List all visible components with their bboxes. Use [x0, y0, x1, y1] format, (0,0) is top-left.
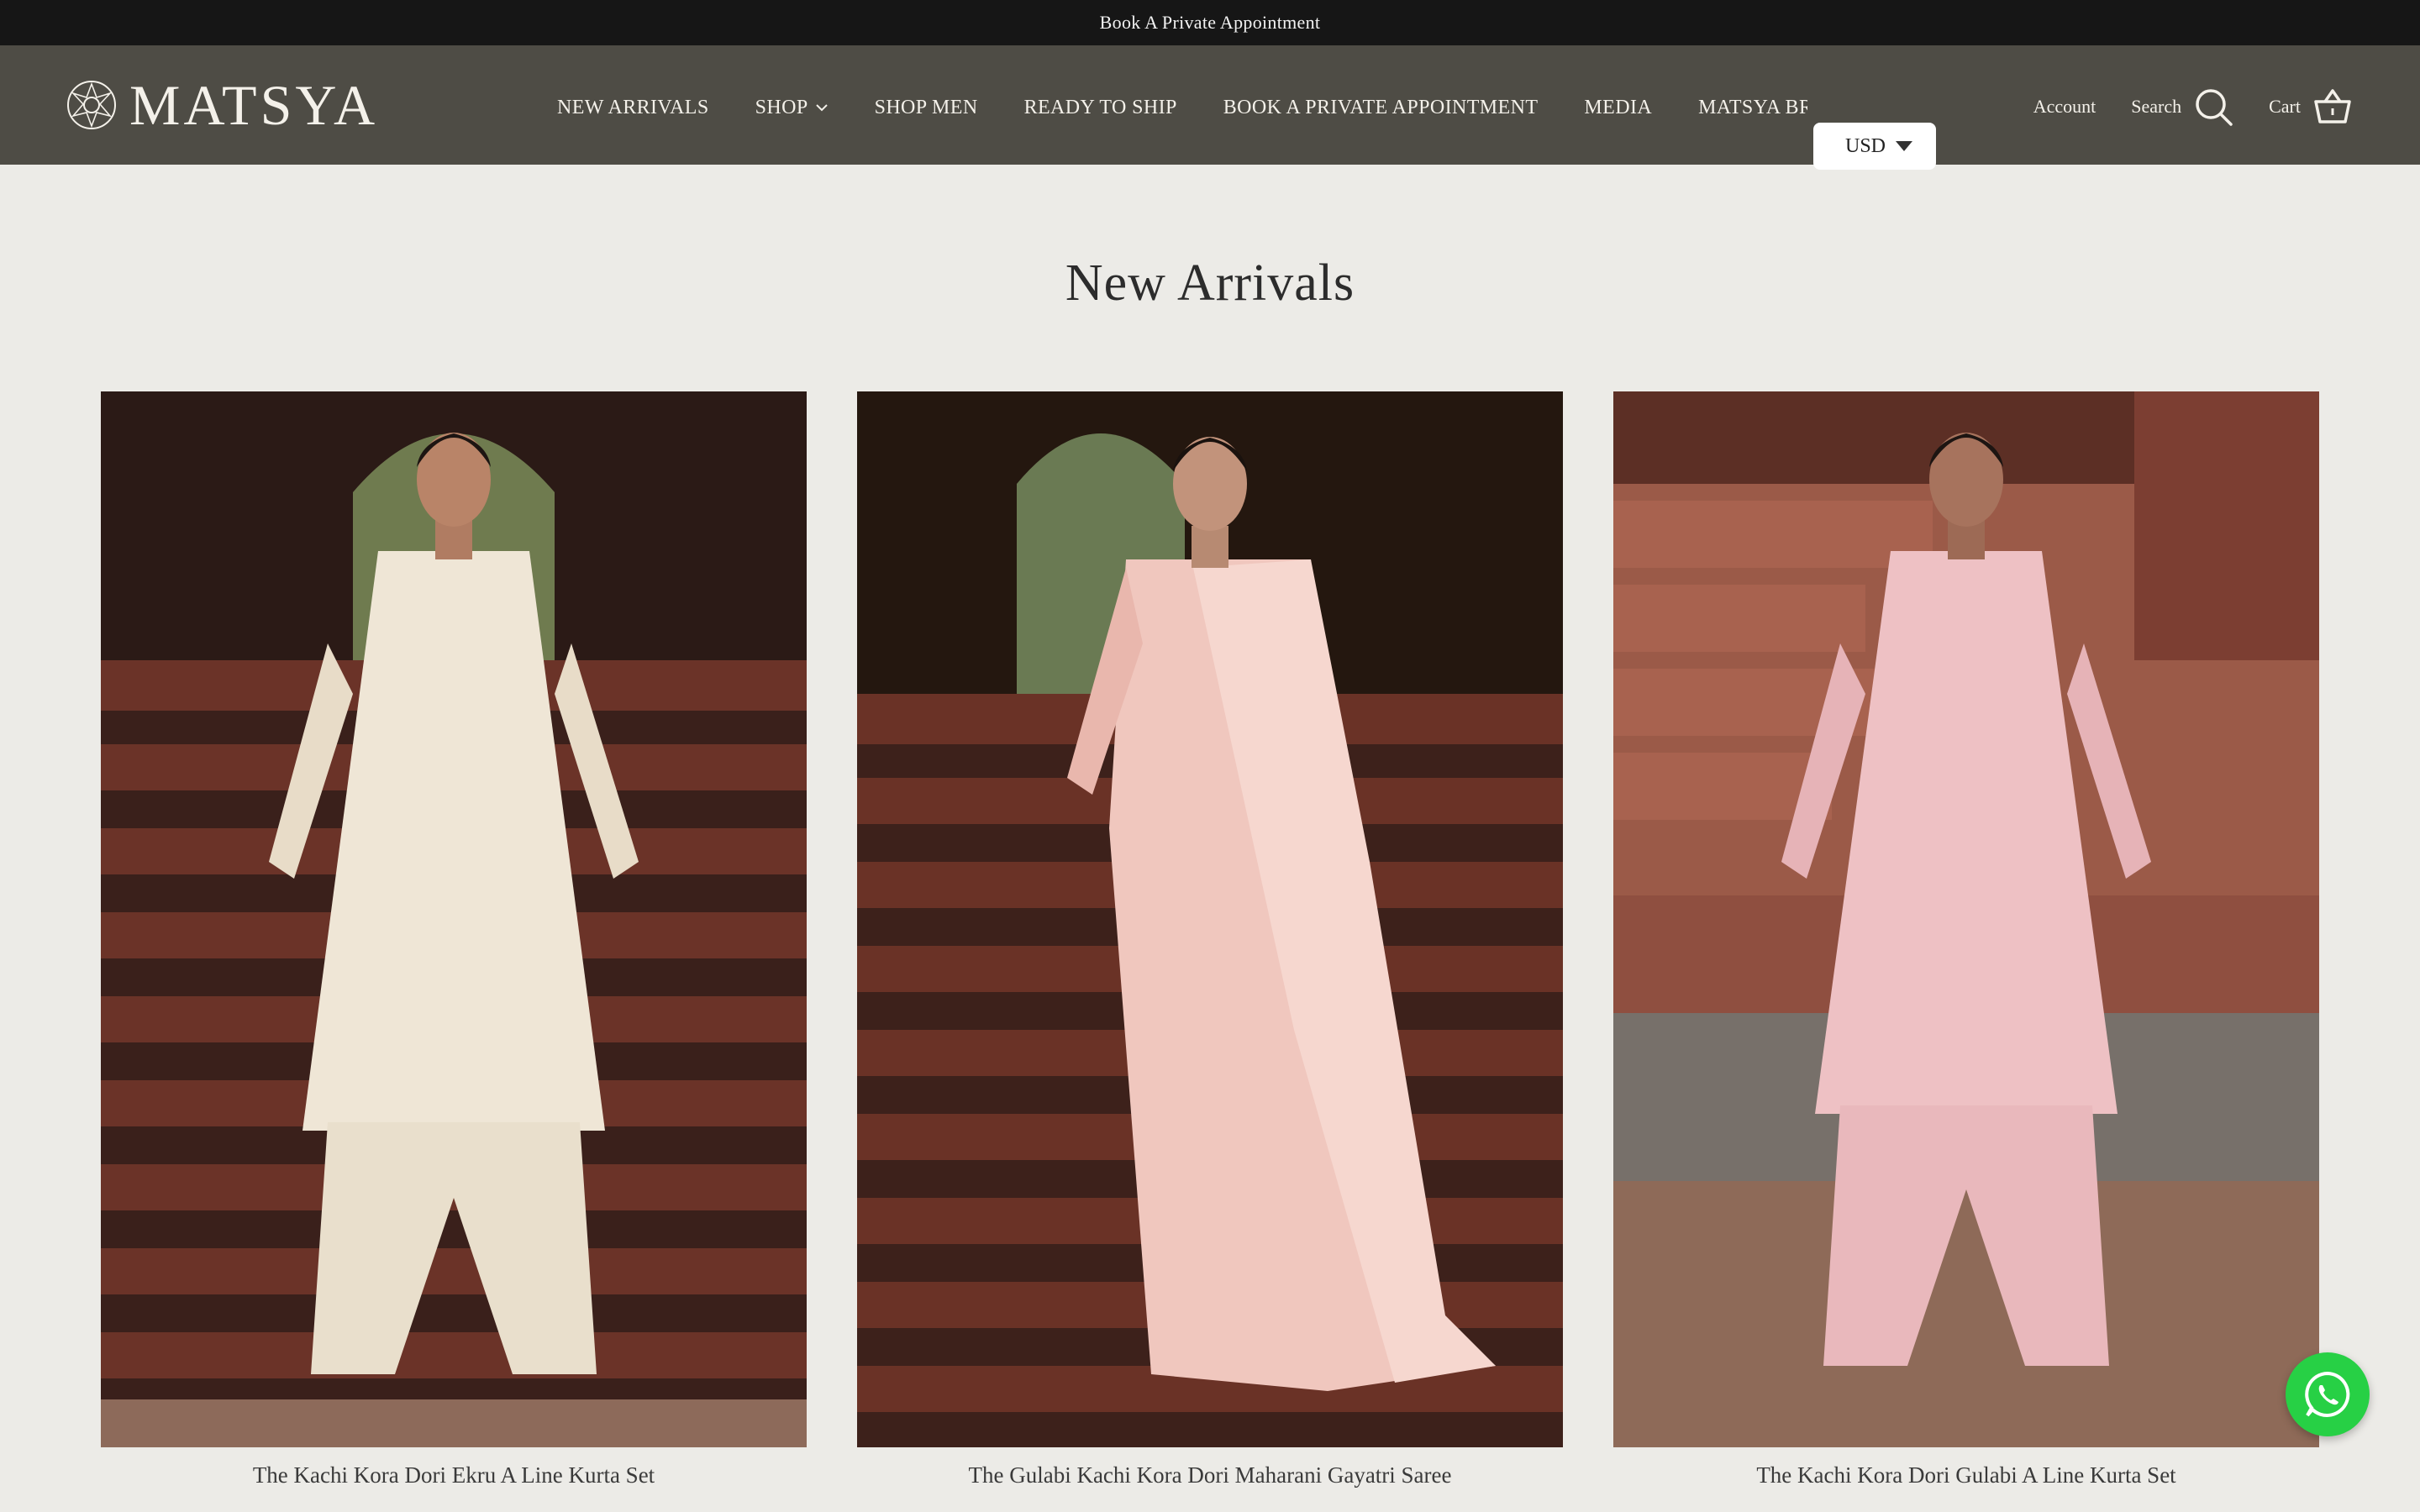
nav-ready-to-ship[interactable]: READY TO SHIP	[1024, 97, 1177, 119]
basket-icon	[2314, 89, 2351, 123]
cart-button[interactable]: Cart	[2269, 87, 2353, 127]
product-image[interactable]	[857, 391, 1563, 1447]
nav-shop-label: SHOP	[755, 96, 808, 118]
search-icon	[2196, 89, 2233, 126]
caret-down-icon	[1896, 141, 1912, 151]
currency-value: USD	[1845, 134, 1886, 157]
lotus-logo-icon	[67, 81, 116, 129]
nav-shop-men[interactable]: SHOP MEN	[875, 97, 978, 119]
product-card[interactable]: The Gulabi Kachi Kora Dori Maharani Gaya…	[857, 391, 1563, 1488]
nav-matsya-br[interactable]: MATSYA BR	[1698, 97, 1807, 119]
nav-media[interactable]: MEDIA	[1584, 97, 1652, 119]
main-nav: NEW ARRIVALS SHOP SHOP MEN READY TO SHIP…	[557, 91, 1807, 124]
nav-book-appointment[interactable]: BOOK A PRIVATE APPOINTMENT	[1223, 97, 1539, 119]
account-label: Account	[2033, 96, 2096, 117]
product-name[interactable]: The Kachi Kora Dori Gulabi A Line Kurta …	[1613, 1462, 2319, 1488]
product-card[interactable]: The Kachi Kora Dori Ekru A Line Kurta Se…	[101, 391, 807, 1488]
product-name[interactable]: The Kachi Kora Dori Ekru A Line Kurta Se…	[101, 1462, 807, 1488]
chevron-down-icon	[815, 104, 828, 112]
search-label: Search	[2131, 96, 2182, 117]
logo[interactable]: MATSYA	[66, 73, 379, 137]
search-button[interactable]: Search	[2131, 87, 2233, 127]
nav-shop[interactable]: SHOP	[755, 97, 829, 119]
announcement-bar[interactable]: Book A Private Appointment	[0, 0, 2420, 45]
product-image[interactable]	[1613, 391, 2319, 1447]
page-title: New Arrivals	[1065, 255, 1355, 312]
logo-text: MATSYA	[129, 73, 379, 137]
cart-label: Cart	[2269, 96, 2301, 117]
announcement-text[interactable]: Book A Private Appointment	[1100, 12, 1321, 34]
account-link[interactable]: Account	[2033, 96, 2096, 118]
whatsapp-chat-button[interactable]	[2286, 1352, 2370, 1436]
product-card[interactable]: The Kachi Kora Dori Gulabi A Line Kurta …	[1613, 391, 2319, 1488]
header-actions: Account Search Cart	[2033, 82, 2353, 131]
currency-selector[interactable]: USD	[1813, 123, 1936, 170]
whatsapp-icon	[2305, 1371, 2350, 1417]
product-image[interactable]	[101, 391, 807, 1447]
product-name[interactable]: The Gulabi Kachi Kora Dori Maharani Gaya…	[857, 1462, 1563, 1488]
nav-new-arrivals[interactable]: NEW ARRIVALS	[557, 97, 709, 119]
